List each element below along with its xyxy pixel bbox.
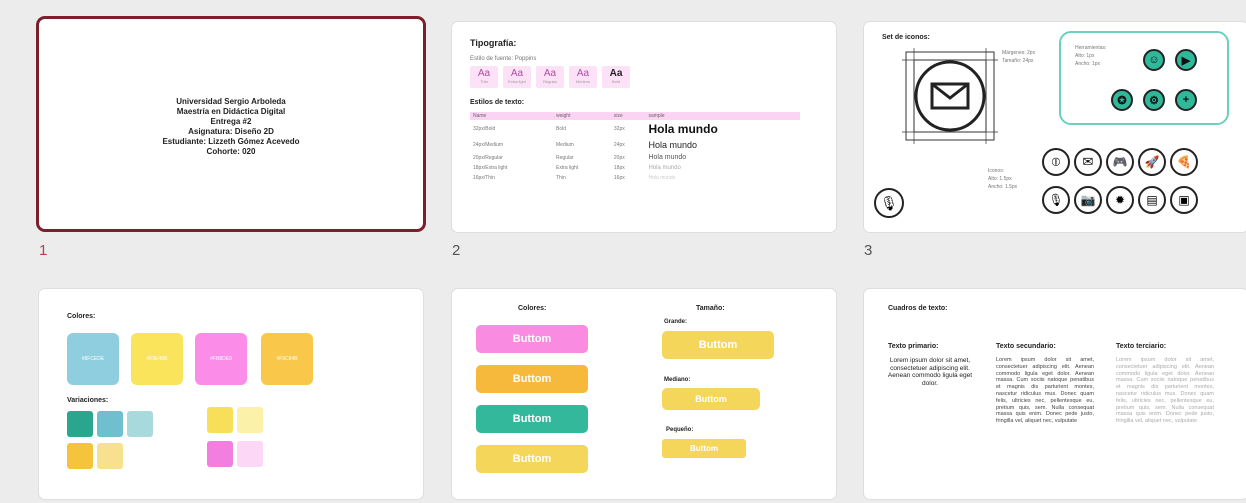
- slide-thumbnail-6[interactable]: Cuadros de texto: Texto primario: Texto …: [864, 289, 1246, 499]
- weight-swatch-extralight: Aa Extra light: [503, 66, 531, 88]
- font-weight-swatches: Aa Thin Aa Extra light Aa Regular Aa Medium …: [470, 66, 630, 88]
- variation-swatch: [207, 441, 233, 467]
- table-row: 32px/Bold Bold 32px Hola mundo: [473, 122, 718, 136]
- slide-number-2: 2: [452, 242, 461, 259]
- color-swatch-pink: #FB8DE9: [195, 333, 247, 385]
- primary-text-body: Lorem ipsum dolor sit amet, consectetuer…: [887, 357, 973, 387]
- slide-number-3: 3: [864, 242, 873, 259]
- color-swatch-yellow: #F9E45B: [131, 333, 183, 385]
- slide-number-1: 1: [39, 242, 48, 259]
- slide-thumbnail-5[interactable]: Colores: Buttom Buttom Buttom Buttom Tam…: [452, 289, 836, 499]
- small-label: Pequeño:: [666, 427, 694, 433]
- variation-swatch: [127, 411, 153, 437]
- icon-set-heading: Set de iconos:: [882, 34, 930, 41]
- user-icon[interactable]: ☺: [1143, 49, 1165, 71]
- tools-height: Alto: 1px: [1075, 53, 1095, 59]
- table-row: 24px/Medium Medium 24px Hola mundo: [473, 140, 697, 150]
- col-header: sample: [645, 112, 800, 120]
- variation-swatch: [237, 441, 263, 467]
- large-label: Grande:: [664, 319, 688, 325]
- mail-icon: ✉: [1074, 148, 1102, 176]
- weight-swatch-bold: Aa Bold: [602, 66, 630, 88]
- envelope-grid-icon: [902, 48, 998, 144]
- col-header: size: [610, 112, 646, 120]
- title-line: Entrega #2: [210, 117, 252, 126]
- badge-icon: ✹: [1106, 186, 1134, 214]
- colors-heading: Colores:: [67, 313, 96, 320]
- tools-width: Ancho: 1px: [1075, 61, 1101, 67]
- text-styles-heading: Estilos de texto:: [470, 99, 525, 106]
- variation-swatch: [67, 443, 93, 469]
- col-header: weight: [553, 112, 611, 120]
- text-boxes-heading: Cuadros de texto:: [888, 305, 948, 312]
- capsule-icon: ⦶: [1042, 148, 1070, 176]
- variations-heading: Variaciones:: [67, 397, 109, 404]
- button-colors-heading: Colores:: [518, 305, 547, 312]
- typography-heading: Tipografía:: [470, 38, 517, 48]
- slide-thumbnail-2[interactable]: Tipografía: Estilo de fuente: Poppins Aa…: [452, 22, 836, 232]
- color-swatch-teal: #8FCEDE: [67, 333, 119, 385]
- tools-panel: Herramientas: Alto: 1px Ancho: 1px ☺ ▶ ✪…: [1059, 31, 1229, 125]
- video-icon: ▣: [1170, 186, 1198, 214]
- button-small[interactable]: Buttom: [662, 439, 746, 458]
- gamepad-icon: 🎮: [1106, 148, 1134, 176]
- title-block: Universidad Sergio Arboleda Maestría en …: [39, 97, 423, 157]
- title-line: Maestría en Didáctica Digital: [176, 107, 286, 116]
- col-header: Name: [470, 112, 553, 120]
- button-medium[interactable]: Buttom: [662, 388, 760, 410]
- pizza-icon: 🍕: [1170, 148, 1198, 176]
- size-label: Tamaño: 24px: [1002, 58, 1034, 64]
- slide-thumbnail-4[interactable]: Colores: #8FCEDE #F9E45B #FB8DE9 #F9C84B…: [39, 289, 423, 499]
- tools-label: Herramientas:: [1075, 45, 1107, 51]
- medium-label: Mediano:: [664, 377, 691, 383]
- button-sample-pink[interactable]: Buttom: [476, 325, 588, 353]
- title-line: Cohorte: 020: [206, 147, 256, 156]
- weight-swatch-regular: Aa Regular: [536, 66, 564, 88]
- table-row: 16px/Thin Thin 16px Hola mundo: [473, 175, 676, 181]
- secondary-text-heading: Texto secundario:: [996, 343, 1056, 350]
- slide-thumbnail-3[interactable]: Set de iconos: Márgenes: 2px Tamaño: 24p…: [864, 22, 1246, 232]
- plus-icon[interactable]: +: [1175, 89, 1197, 111]
- button-sample-teal[interactable]: Buttom: [476, 405, 588, 433]
- table-row: 18px/Extra light Extra light 18px Hola mun…: [473, 165, 681, 171]
- weight-swatch-medium: Aa Medium: [569, 66, 597, 88]
- icons-width: Ancho: 1.5px: [988, 184, 1018, 190]
- document-icon: ▤: [1138, 186, 1166, 214]
- slide-thumbnail-1[interactable]: Universidad Sergio Arboleda Maestría en …: [39, 19, 423, 229]
- variation-swatch: [97, 443, 123, 469]
- secondary-text-body: Lorem ipsum dolor sit amet, consectetuer…: [996, 357, 1094, 425]
- gear-icon[interactable]: ⚙: [1143, 89, 1165, 111]
- font-style-label: Estilo de fuente: Poppins: [470, 56, 537, 62]
- variation-swatch: [67, 411, 93, 437]
- table-row: 20px/Regular Regular 20px Hola mundo: [473, 154, 687, 161]
- weight-swatch-thin: Aa Thin: [470, 66, 498, 88]
- text-styles-table: Name weight size sample 32px/Bold Bold 32p…: [470, 112, 800, 183]
- variation-swatch: [237, 407, 263, 433]
- lifebuoy-icon[interactable]: ✪: [1111, 89, 1133, 111]
- margins-label: Márgenes: 2px: [1002, 50, 1036, 56]
- variation-swatch: [207, 407, 233, 433]
- icons-height: Alto: 1.5px: [988, 176, 1012, 182]
- color-swatch-orange: #F9C84B: [261, 333, 313, 385]
- primary-text-heading: Texto primario:: [888, 343, 939, 350]
- play-icon[interactable]: ▶: [1175, 49, 1197, 71]
- size-heading: Tamaño:: [696, 305, 725, 312]
- button-sample-orange[interactable]: Buttom: [476, 365, 588, 393]
- button-sample-yellow[interactable]: Buttom: [476, 445, 588, 473]
- title-line: Asignatura: Diseño 2D: [188, 127, 274, 136]
- button-large[interactable]: Buttom: [662, 331, 774, 359]
- camera-icon: 📷: [1074, 186, 1102, 214]
- tertiary-text-heading: Texto terciario:: [1116, 343, 1167, 350]
- rocket-icon: 🚀: [1138, 148, 1166, 176]
- variation-swatch: [97, 411, 123, 437]
- icons-label: Iconos:: [988, 168, 1005, 174]
- microphone-icon: 🎙: [874, 188, 904, 218]
- tertiary-text-body: Lorem ipsum dolor sit amet, consectetuer…: [1116, 357, 1214, 425]
- title-line: Estudiante: Lizzeth Gómez Acevedo: [162, 137, 300, 146]
- microphone-small-icon: 🎙: [1042, 186, 1070, 214]
- title-line: Universidad Sergio Arboleda: [176, 97, 286, 106]
